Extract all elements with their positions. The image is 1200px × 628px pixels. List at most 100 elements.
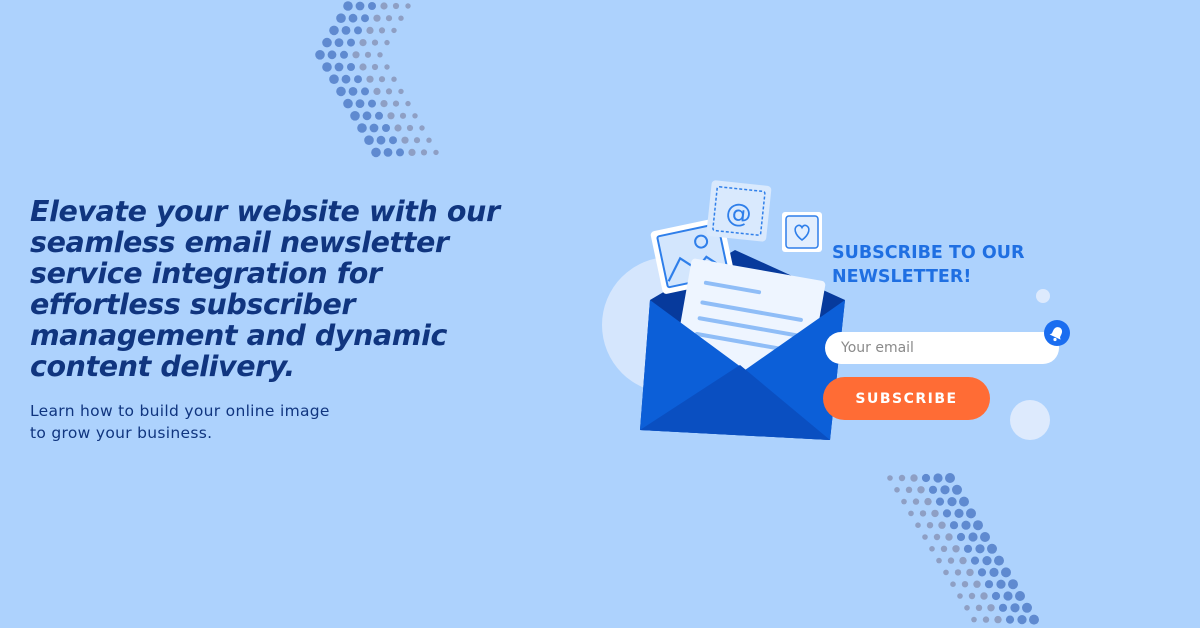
decoration-dot	[917, 486, 925, 494]
decoration-dot	[327, 50, 337, 60]
decoration-dot	[954, 508, 964, 518]
decoration-dot	[966, 568, 974, 577]
heart-card-icon	[782, 212, 822, 252]
decoration-dot	[980, 532, 990, 542]
decoration-dot	[945, 533, 953, 541]
decoration-dot	[952, 484, 962, 495]
decoration-dot	[973, 580, 981, 588]
decoration-dot	[924, 497, 932, 506]
decoration-dot	[936, 557, 942, 564]
decoration-dot	[355, 99, 365, 108]
decoration-dot	[359, 39, 367, 47]
dot-chevron-decoration-bottom	[887, 473, 1039, 625]
decoration-dot	[921, 473, 931, 483]
subscribe-button[interactable]: SUBSCRIBE	[823, 377, 990, 420]
decoration-dot	[949, 521, 959, 530]
dot-chevron-decoration-top	[315, 1, 439, 158]
decoration-dot	[368, 2, 376, 10]
decoration-dot	[373, 14, 381, 22]
headline: Elevate your website with our seamless e…	[30, 195, 500, 383]
decoration-dot	[1001, 567, 1011, 578]
decoration-dot	[901, 498, 907, 505]
decoration-dot	[940, 485, 950, 495]
decoration-dot	[894, 487, 900, 493]
decoration-dot	[391, 76, 397, 82]
decoration-dot	[938, 521, 946, 529]
decoration-dot	[961, 520, 971, 530]
decoration-dot	[322, 62, 332, 72]
decoration-dot	[419, 125, 425, 131]
decoration-dot	[1005, 615, 1015, 624]
decoration-dot	[1010, 603, 1020, 613]
decoration-dot	[366, 75, 374, 83]
decoration-dot	[348, 13, 358, 23]
decoration-dot	[975, 604, 983, 611]
decoration-dot	[959, 496, 969, 507]
decoration-dot	[347, 63, 355, 71]
decoration-dot	[352, 51, 360, 59]
decoration-dot	[898, 474, 906, 482]
decoration-dot	[940, 545, 948, 552]
decoration-dot	[354, 75, 362, 84]
decoration-dot	[368, 99, 376, 108]
decoration-dot	[970, 556, 980, 565]
decoration-dot	[987, 604, 995, 612]
at-sign-icon: @	[706, 180, 772, 242]
decoration-dot	[935, 497, 945, 506]
decoration-dot	[998, 603, 1008, 612]
decoration-dot	[385, 15, 393, 22]
decoration-dot	[947, 497, 957, 507]
decoration-dot	[366, 26, 374, 34]
decoration-dot	[982, 616, 990, 623]
decoration-dot	[399, 112, 407, 119]
decoration-dot	[380, 2, 388, 10]
decoration-dot	[905, 486, 913, 493]
decoration-dot	[394, 124, 402, 132]
decoration-dot	[341, 26, 351, 35]
decoration-dot	[971, 616, 977, 623]
decoration-dot	[994, 555, 1004, 566]
decoration-dot	[947, 557, 955, 564]
decoration-dot	[391, 27, 397, 34]
decoration-dot	[964, 605, 970, 611]
decoration-dot	[343, 1, 353, 11]
decoration-dot	[910, 474, 918, 482]
decoration-dot	[396, 148, 404, 157]
decoration-dot	[362, 111, 372, 121]
decoration-dot	[412, 113, 418, 119]
newsletter-title: SUBSCRIBE TO OUR NEWSLETTER!	[832, 243, 1025, 287]
decoration-dot	[1022, 602, 1032, 613]
decoration-dot	[369, 123, 379, 133]
decoration-dot	[931, 509, 939, 518]
decoration-dot	[371, 147, 381, 158]
decoration-dot	[406, 124, 414, 132]
decoration-dot	[354, 26, 362, 35]
decoration-dot	[956, 532, 966, 542]
decoration-dot	[392, 100, 400, 107]
decoration-dot	[389, 136, 397, 145]
decoration-dot	[384, 39, 390, 46]
decoration-dot	[987, 543, 997, 554]
decoration-dot	[1003, 591, 1013, 601]
decoration-dot	[329, 25, 339, 36]
decoration-dot	[926, 522, 934, 529]
decoration-dot	[433, 149, 439, 156]
decoration-dot	[915, 522, 921, 528]
decoration-dot	[401, 136, 409, 144]
decoration-dot	[1029, 614, 1039, 625]
decoration-dot	[378, 76, 386, 83]
decoration-dot	[984, 580, 994, 589]
decoration-dot	[348, 87, 358, 96]
decoration-dot	[373, 87, 381, 95]
decoration-dot	[334, 38, 344, 47]
decoration-dot	[341, 74, 351, 84]
decoration-dot	[933, 473, 943, 483]
decoration-dot	[361, 14, 369, 23]
decoration-dot	[887, 475, 893, 481]
email-input[interactable]	[825, 332, 1059, 364]
large-bubble	[1010, 400, 1050, 440]
decoration-dot	[942, 509, 952, 518]
decoration-dot	[1015, 591, 1025, 601]
decoration-dot	[950, 581, 956, 587]
decoration-dot	[398, 88, 404, 95]
